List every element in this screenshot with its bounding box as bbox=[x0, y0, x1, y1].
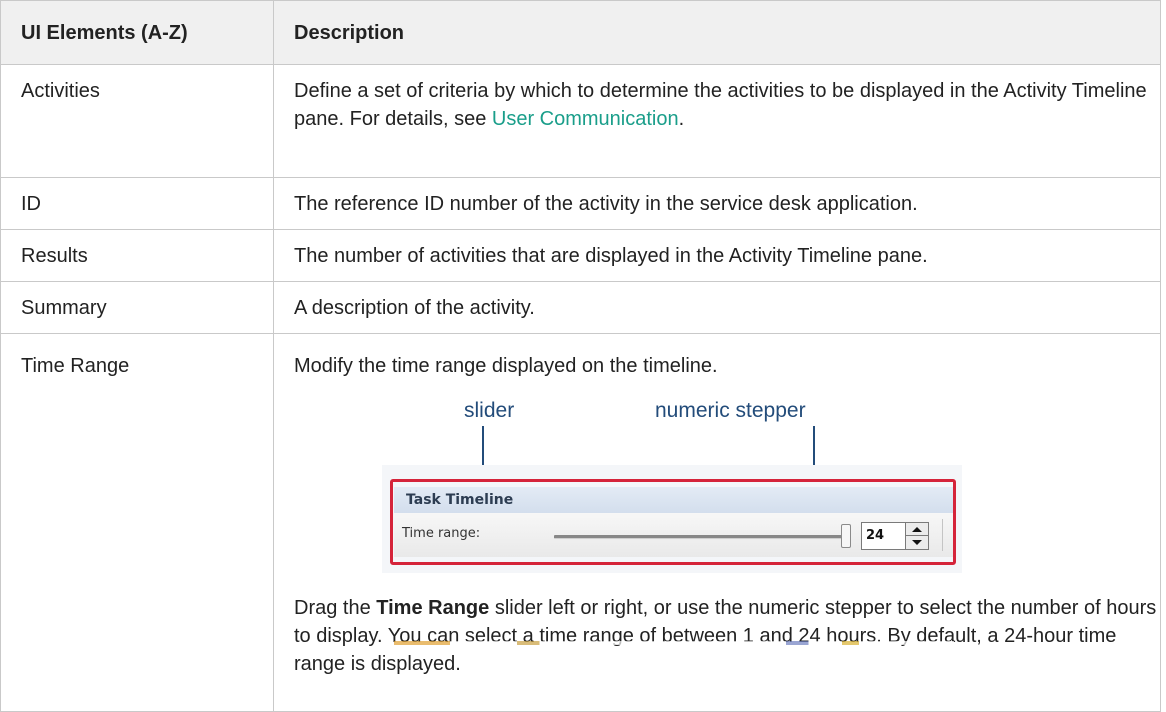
column-header-ui-elements: UI Elements (A-Z) bbox=[0, 0, 274, 65]
table-row: ID The reference ID number of the activi… bbox=[0, 177, 1161, 230]
description-text: Define a set of criteria by which to det… bbox=[294, 80, 1147, 130]
table-row: Time Range Modify the time range display… bbox=[0, 333, 1161, 712]
slider-callout: slider bbox=[464, 399, 515, 422]
ui-element-name: Time Range bbox=[0, 333, 274, 712]
time-range-figure: slider numeric stepper Task Timeline Tim… bbox=[382, 399, 962, 645]
details-bold-term: Time Range bbox=[376, 597, 490, 619]
ui-element-description: The reference ID number of the activity … bbox=[273, 177, 1161, 230]
user-communication-link[interactable]: User Communication bbox=[492, 108, 679, 130]
toolbar-icons-strip bbox=[394, 641, 954, 645]
table-header-row: UI Elements (A-Z) Description bbox=[0, 0, 1161, 65]
details-text-start: Drag the bbox=[294, 597, 377, 619]
time-range-intro: Modify the time range displayed on the t… bbox=[294, 355, 718, 377]
highlight-box bbox=[390, 479, 956, 565]
ui-element-description: Modify the time range displayed on the t… bbox=[273, 333, 1161, 712]
numeric-stepper-callout: numeric stepper bbox=[655, 399, 806, 422]
ui-element-description: The number of activities that are displa… bbox=[273, 229, 1161, 282]
ui-element-name: Activities bbox=[0, 64, 274, 178]
ui-element-description: A description of the activity. bbox=[273, 281, 1161, 334]
ui-element-name: ID bbox=[0, 177, 274, 230]
column-header-description: Description bbox=[273, 0, 1161, 65]
table-row: Activities Define a set of criteria by w… bbox=[0, 64, 1161, 178]
table-row: Summary A description of the activity. bbox=[0, 281, 1161, 334]
ui-element-description: Define a set of criteria by which to det… bbox=[273, 64, 1161, 178]
table-row: Results The number of activities that ar… bbox=[0, 229, 1161, 282]
ui-element-name: Summary bbox=[0, 281, 274, 334]
ui-element-name: Results bbox=[0, 229, 274, 282]
time-range-details: Drag the Time Range slider left or right… bbox=[294, 594, 1160, 678]
ui-elements-table: UI Elements (A-Z) Description Activities… bbox=[0, 0, 1161, 712]
description-text-end: . bbox=[678, 108, 685, 130]
